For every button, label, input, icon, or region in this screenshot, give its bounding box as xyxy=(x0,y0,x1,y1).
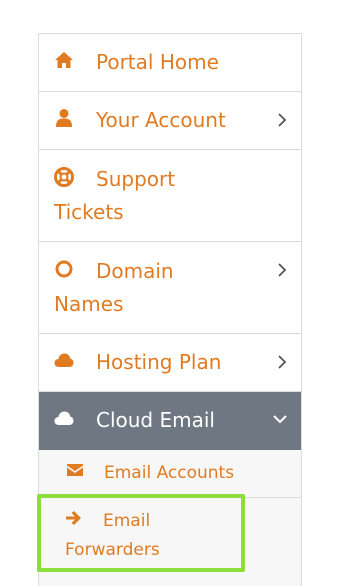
submenu-item-next-partial xyxy=(38,574,302,586)
menu-item-cloud-email[interactable]: Cloud Email xyxy=(39,392,301,450)
menu-item-domain-names[interactable]: Domain Names xyxy=(39,242,301,334)
menu-item-label: Hosting Plan xyxy=(96,350,222,374)
submenu-item-email-forwarders[interactable]: Email Forwarders xyxy=(39,498,301,576)
envelope-icon xyxy=(66,462,88,480)
menu-item-label-line2: Tickets xyxy=(54,200,124,224)
circle-icon xyxy=(54,259,78,281)
menu-item-hosting-plan[interactable]: Hosting Plan xyxy=(39,334,301,392)
lifebuoy-icon xyxy=(54,167,78,189)
submenu-item-label: Email xyxy=(103,511,151,531)
home-icon xyxy=(54,50,78,72)
menu-item-label: Domain xyxy=(96,259,174,283)
menu-item-label: Portal Home xyxy=(96,50,219,74)
chevron-right-icon xyxy=(277,355,287,369)
menu-item-portal-home[interactable]: Portal Home xyxy=(39,34,301,92)
sidebar-menu: Portal Home Your Account Support Tickets… xyxy=(38,33,302,576)
submenu-item-label: Email Accounts xyxy=(104,463,235,483)
menu-item-label: Cloud Email xyxy=(96,408,215,432)
user-icon xyxy=(54,108,78,130)
cloud-icon xyxy=(54,408,78,430)
submenu-item-label-line2: Forwarders xyxy=(65,540,160,560)
arrow-right-icon xyxy=(65,510,87,528)
menu-item-label: Your Account xyxy=(96,108,226,132)
chevron-right-icon xyxy=(277,263,287,277)
menu-item-support-tickets[interactable]: Support Tickets xyxy=(39,150,301,242)
menu-item-label: Support xyxy=(96,167,176,191)
submenu-item-email-accounts[interactable]: Email Accounts xyxy=(39,450,301,498)
menu-item-your-account[interactable]: Your Account xyxy=(39,92,301,150)
cloud-icon xyxy=(54,350,78,372)
chevron-down-icon xyxy=(273,414,287,424)
menu-item-label-line2: Names xyxy=(54,292,124,316)
chevron-right-icon xyxy=(277,113,287,127)
